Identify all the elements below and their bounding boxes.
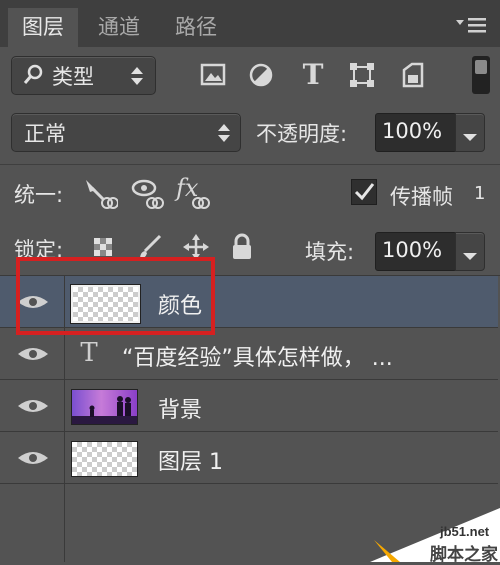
opacity-value: 100% [382, 119, 443, 143]
text-layer-type-icon: T [80, 338, 98, 368]
highlight-annotation-box [16, 257, 215, 335]
layer-thumbnail [71, 389, 138, 425]
panel-tab-bar: 图层 通道 路径 [0, 0, 500, 47]
propagate-frame-checkbox[interactable] [351, 179, 377, 205]
propagate-frame-value: 1 [474, 183, 486, 204]
propagate-frame-label: 传播帧 [390, 185, 453, 209]
adjustment-filter-icon[interactable] [248, 62, 274, 88]
fill-input[interactable]: 100% [375, 232, 457, 271]
stepper-icon [217, 123, 231, 143]
fill-dropdown-button[interactable] [455, 232, 485, 271]
layer-name[interactable]: 背景 [158, 392, 202, 424]
blend-mode-value: 正常 [24, 122, 66, 146]
pixel-filter-icon[interactable] [199, 62, 227, 88]
tab-channels[interactable]: 通道 [84, 8, 154, 47]
chevron-down-icon [463, 128, 477, 141]
lock-all-icon[interactable] [230, 233, 254, 261]
divider [64, 380, 65, 431]
filter-kind-label: 类型 [52, 65, 94, 89]
checkmark-icon [354, 183, 375, 201]
lock-transparent-pixels-icon[interactable] [92, 236, 114, 258]
tab-layers[interactable]: 图层 [8, 8, 78, 47]
layer-row-layer1[interactable]: 图层 1 [0, 432, 498, 484]
search-icon [22, 63, 46, 87]
type-filter-icon[interactable]: T [298, 58, 328, 91]
stepper-icon [130, 66, 144, 86]
shape-filter-icon[interactable] [348, 61, 376, 89]
watermark-name: 脚本之家 [430, 545, 498, 565]
smart-object-filter-icon[interactable] [400, 60, 426, 90]
divider [64, 328, 65, 379]
divider [64, 432, 65, 483]
filter-kind-select[interactable]: 类型 [11, 56, 156, 95]
filter-toggle-switch[interactable] [472, 56, 490, 94]
opacity-label: 不透明度: [256, 122, 348, 146]
unify-position-icon[interactable] [82, 176, 119, 210]
silhouette-image-icon [72, 396, 137, 424]
panel-menu-icon[interactable] [452, 14, 492, 36]
tab-paths[interactable]: 路径 [160, 8, 232, 47]
unify-visibility-icon[interactable] [130, 176, 166, 210]
opacity-dropdown-button[interactable] [455, 113, 485, 152]
divider [0, 164, 500, 165]
fill-value: 100% [382, 238, 443, 262]
eye-visibility-icon[interactable] [16, 396, 50, 416]
layer-thumbnail [71, 441, 138, 477]
layer-name[interactable]: “百度经验”具体怎样做， ... [122, 340, 393, 372]
opacity-input[interactable]: 100% [375, 113, 457, 152]
unify-style-icon[interactable]: fx [176, 174, 212, 210]
layer-row-text[interactable]: T “百度经验”具体怎样做， ... [0, 328, 498, 380]
watermark-site: jb51.net [440, 524, 490, 539]
watermark: jb51.net 脚本之家 [370, 500, 500, 565]
eye-visibility-icon[interactable] [16, 344, 50, 364]
eye-visibility-icon[interactable] [16, 448, 50, 468]
layer-row-background[interactable]: 背景 [0, 380, 498, 432]
divider [64, 484, 65, 562]
unify-label: 统一: [14, 183, 64, 207]
blend-mode-select[interactable]: 正常 [11, 113, 241, 152]
chevron-down-icon [463, 247, 477, 260]
fill-label: 填充: [305, 240, 355, 264]
layer-name[interactable]: 图层 1 [158, 444, 223, 476]
